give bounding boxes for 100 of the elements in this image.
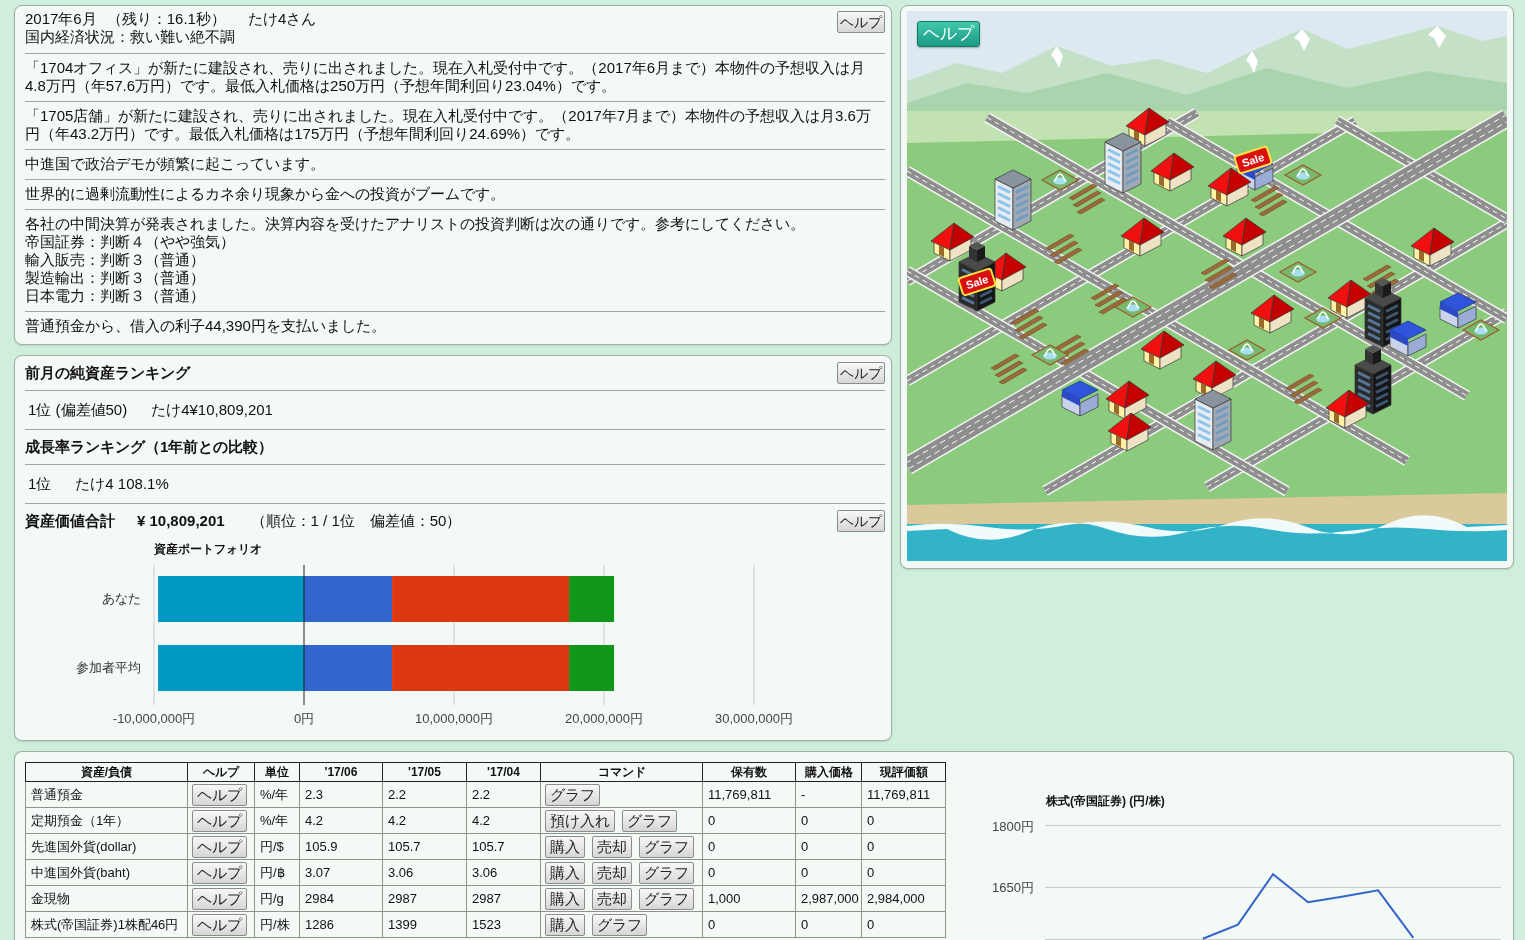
time-remaining: （残り：16.1秒） xyxy=(106,10,226,27)
asset-rank-note: （順位：1 / 1位 偏差値：50） xyxy=(250,512,462,530)
farm-field xyxy=(1250,185,1288,217)
ranking-entry: たけ4 108.1% xyxy=(75,475,169,493)
game-date: 2017年6月 xyxy=(25,10,97,27)
news-text: 普通預金から、借入の利子44,390円を支払いました。 xyxy=(25,317,386,335)
farm-field xyxy=(1010,308,1048,340)
column-header: コマンド xyxy=(540,762,703,782)
table-cell: 4.2 xyxy=(299,807,383,834)
table-cell: - xyxy=(795,781,862,808)
news-text: 各社の中間決算が発表されました。決算内容を受けたアナリストの投資判断は次の通りです。参考にしてください。 xyxy=(25,215,805,233)
help-button[interactable]: ヘルプ xyxy=(837,510,885,532)
chart-title: 資産ポートフォリオ xyxy=(154,542,262,556)
table-cell: 円/$ xyxy=(254,833,300,860)
fountain xyxy=(1040,169,1080,191)
farm-field xyxy=(1068,183,1106,215)
analyst-rating: 日本電力：判断３（普通） xyxy=(25,287,205,305)
shop-building xyxy=(1439,292,1477,329)
command-button[interactable]: グラフ xyxy=(639,887,694,910)
axis-label: 20,000,000円 xyxy=(564,711,644,726)
table-cell: 3.06 xyxy=(382,859,467,886)
ranking-rank: 1位 (偏差値50) xyxy=(28,401,128,419)
help-button[interactable]: ヘルプ xyxy=(192,861,247,884)
sale-sign: Sale xyxy=(1233,145,1273,175)
help-button[interactable]: ヘルプ xyxy=(192,835,247,858)
house xyxy=(1120,217,1165,257)
fountain xyxy=(1227,339,1267,361)
column-header: 資産/負債 xyxy=(25,762,188,782)
command-button[interactable]: 購入 xyxy=(545,835,585,858)
house xyxy=(1140,330,1185,370)
axis-label: 30,000,000円 xyxy=(714,711,794,726)
command-button[interactable]: 売却 xyxy=(592,835,632,858)
command-button[interactable]: グラフ xyxy=(639,861,694,884)
fountain xyxy=(1030,344,1070,366)
analyst-rating: 帝国証券：判断４（やや強気） xyxy=(25,233,235,251)
axis-label: 0円 xyxy=(293,711,315,726)
table-cell: %/年 xyxy=(254,807,300,834)
table-cell: 11,769,811 xyxy=(702,781,796,808)
farm-field xyxy=(1200,258,1238,290)
command-button[interactable]: グラフ xyxy=(622,809,677,832)
command-button[interactable]: 売却 xyxy=(592,861,632,884)
column-header: '17/06 xyxy=(299,762,383,782)
table-cell: 1399 xyxy=(382,911,467,938)
command-button[interactable]: 売却 xyxy=(592,887,632,910)
command-button[interactable]: グラフ xyxy=(545,783,600,806)
ranking-rank: 1位 xyxy=(28,475,52,493)
table-cell: 0 xyxy=(702,833,796,860)
command-button[interactable]: 預け入れ xyxy=(545,809,615,832)
table-cell: 普通預金 xyxy=(25,781,188,808)
help-button[interactable]: ヘルプ xyxy=(837,362,885,384)
table-cell: 0 xyxy=(702,807,796,834)
category-label: あなた xyxy=(102,591,141,606)
command-button[interactable]: 購入 xyxy=(545,913,585,936)
table-cell: 3.07 xyxy=(299,859,383,886)
table-cell: 中進国外貨(baht) xyxy=(25,859,188,886)
asset-total-label: 資産価値合計 xyxy=(25,512,115,530)
fountain xyxy=(1278,261,1318,283)
table-cell: 1,000 xyxy=(702,885,796,912)
command-button[interactable]: 購入 xyxy=(545,887,585,910)
table-cell: 0 xyxy=(702,911,796,938)
table-cell: 4.2 xyxy=(382,807,467,834)
category-label: 参加者平均 xyxy=(76,660,141,675)
table-cell: 先進国外貨(dollar) xyxy=(25,833,188,860)
command-button[interactable]: グラフ xyxy=(592,913,647,936)
table-cell: %/年 xyxy=(254,781,300,808)
table-cell: 2987 xyxy=(382,885,467,912)
table-cell: 2984 xyxy=(299,885,383,912)
farm-field xyxy=(1045,233,1083,265)
section-title: 前月の純資産ランキング xyxy=(25,364,190,382)
table-cell: 0 xyxy=(795,807,862,834)
sale-sign: Sale xyxy=(957,267,997,297)
news-text: 「1705店舗」が新たに建設され、売りに出されました。現在入札受付中です。（2017年7月まで）本物件の予想収入は月3.6万円（年43.2万円）です。最低入札価格は175万円（予想年間利回り24.69%）です。 xyxy=(25,107,872,143)
help-button[interactable]: ヘルプ xyxy=(192,887,247,910)
column-header: ヘルプ xyxy=(187,762,255,782)
farm-field xyxy=(990,353,1028,385)
house xyxy=(1105,380,1150,420)
help-button[interactable]: ヘルプ xyxy=(192,809,247,832)
table-cell: 3.06 xyxy=(466,859,541,886)
house xyxy=(1325,389,1370,429)
column-header: 保有数 xyxy=(702,762,796,782)
house xyxy=(1150,152,1195,192)
table-cell: 11,769,811 xyxy=(861,781,946,808)
table-cell: 2.3 xyxy=(299,781,383,808)
axis-label: 10,000,000円 xyxy=(414,711,494,726)
farm-field xyxy=(1090,283,1128,315)
office-building xyxy=(1104,132,1142,194)
help-button[interactable]: ヘルプ xyxy=(837,11,885,33)
command-button[interactable]: グラフ xyxy=(639,835,694,858)
ranking-entry: たけ4¥10,809,201 xyxy=(151,401,273,419)
player-name: たけ4さん xyxy=(247,10,317,27)
house xyxy=(930,222,975,262)
table-cell: 1286 xyxy=(299,911,383,938)
column-header: 単位 xyxy=(254,762,300,782)
help-button[interactable]: ヘルプ xyxy=(192,783,247,806)
command-button[interactable]: 購入 xyxy=(545,861,585,884)
help-button[interactable]: ヘルプ xyxy=(192,913,247,936)
table-cell: 2.2 xyxy=(466,781,541,808)
house xyxy=(1207,167,1252,207)
house xyxy=(1222,217,1267,257)
table-cell: 105.9 xyxy=(299,833,383,860)
